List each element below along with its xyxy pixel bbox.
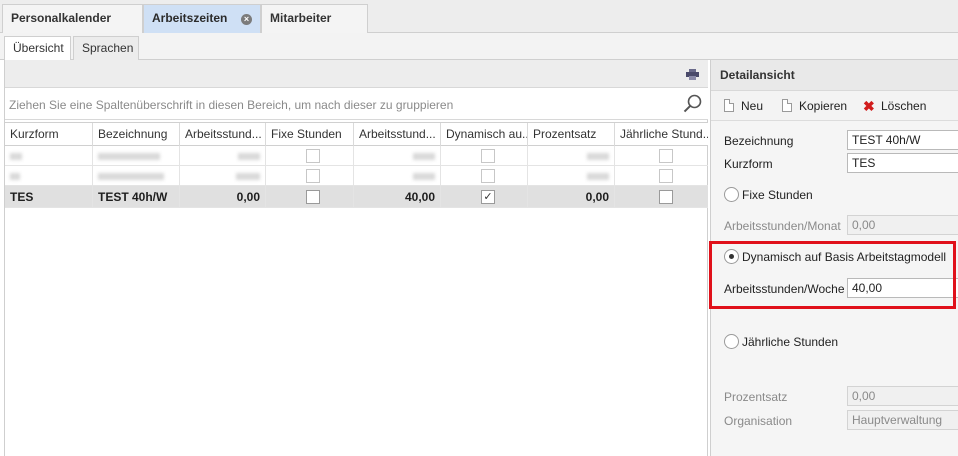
new-document-icon <box>724 99 734 112</box>
fixe-stunden-checkbox[interactable] <box>306 190 320 204</box>
table-cell <box>441 146 528 165</box>
detail-toolbar: Neu Kopieren ✖ Löschen <box>711 91 958 121</box>
organisation-label: Organisation <box>724 414 793 428</box>
tab-sprachen[interactable]: Sprachen <box>73 36 139 60</box>
arbeitsstunden-monat-label: Arbeitsstunden/Monat <box>724 219 841 233</box>
table-cell <box>615 146 708 165</box>
cell-jaehrliche-stunden <box>615 186 708 207</box>
table-row-selected[interactable]: TES TEST 40h/W 0,00 40,00 ✓ 0,00 <box>5 186 708 208</box>
checkbox[interactable] <box>481 169 495 183</box>
cell-dynamisch: ✓ <box>441 186 528 207</box>
table-cell <box>93 166 180 185</box>
organisation-field: Hauptverwaltung <box>847 410 958 430</box>
table-cell <box>354 146 441 165</box>
checkbox[interactable] <box>659 169 673 183</box>
cell-arbeitsstunden-monat: 0,00 <box>180 186 266 207</box>
delete-button[interactable]: ✖ Löschen <box>863 97 933 115</box>
radio-icon <box>724 334 739 349</box>
tab-label: Arbeitszeiten <box>152 11 228 25</box>
column-header-prozentsatz[interactable]: Prozentsatz <box>528 123 615 146</box>
fixe-stunden-radio[interactable]: Fixe Stunden <box>724 187 924 203</box>
table-cell <box>528 146 615 165</box>
column-header-jaehrliche-stunden[interactable]: Jährliche Stund... <box>615 123 708 146</box>
table-cell <box>528 166 615 185</box>
arbeitsstunden-monat-field: 0,00 <box>847 215 958 235</box>
jaehrliche-stunden-checkbox[interactable] <box>659 190 673 204</box>
delete-button-label: Löschen <box>881 99 927 113</box>
grid-panel: Ziehen Sie eine Spaltenüberschrift in di… <box>4 60 708 456</box>
checkbox[interactable] <box>659 149 673 163</box>
checkbox[interactable] <box>306 169 320 183</box>
kurzform-label: Kurzform <box>724 157 773 171</box>
cell-bezeichnung: TEST 40h/W <box>93 186 180 207</box>
copy-button-label: Kopieren <box>799 99 848 113</box>
bezeichnung-label: Bezeichnung <box>724 134 794 148</box>
grid-toolbar <box>5 60 708 88</box>
tab-uebersicht[interactable]: Übersicht <box>4 36 71 61</box>
column-header-dynamisch[interactable]: Dynamisch au... <box>441 123 528 146</box>
annotation-highlight-box <box>709 241 956 309</box>
column-header-kurzform[interactable]: Kurzform <box>5 123 93 146</box>
table-cell <box>441 166 528 185</box>
table-cell <box>5 146 93 165</box>
copy-button[interactable]: Kopieren <box>782 97 852 115</box>
search-icon[interactable] <box>683 94 702 113</box>
column-header-fixe-stunden[interactable]: Fixe Stunden <box>266 123 354 146</box>
tab-mitarbeiter[interactable]: Mitarbeiter <box>261 4 368 33</box>
new-button-label: Neu <box>741 99 764 113</box>
delete-x-icon: ✖ <box>863 98 875 114</box>
kurzform-field[interactable]: TES <box>847 153 958 173</box>
detail-title: Detailansicht <box>711 60 958 91</box>
table-row[interactable] <box>5 166 708 186</box>
dynamisch-checkbox[interactable]: ✓ <box>481 190 495 204</box>
checkbox[interactable] <box>481 149 495 163</box>
tab-arbeitszeiten[interactable]: Arbeitszeiten × <box>143 4 261 33</box>
print-icon[interactable] <box>686 69 699 80</box>
sub-tab-bar: Übersicht Sprachen <box>0 33 958 61</box>
table-cell <box>180 146 266 165</box>
prozentsatz-label: Prozentsatz <box>724 390 788 404</box>
checkbox[interactable] <box>306 149 320 163</box>
data-grid: Kurzform Bezeichnung Arbeitsstund... Fix… <box>5 122 708 208</box>
table-cell <box>266 166 354 185</box>
prozentsatz-field: 0,00 <box>847 386 958 406</box>
bezeichnung-field[interactable]: TEST 40h/W <box>847 130 958 150</box>
tab-personalkalender[interactable]: Personalkalender <box>2 4 143 33</box>
table-cell <box>266 146 354 165</box>
copy-document-icon <box>782 99 792 112</box>
group-by-area[interactable]: Ziehen Sie eine Spaltenüberschrift in di… <box>5 88 708 120</box>
tab-label: Mitarbeiter <box>270 11 332 25</box>
document-tab-bar: Personalkalender Arbeitszeiten × Mitarbei… <box>0 0 958 33</box>
close-icon[interactable]: × <box>241 14 252 25</box>
radio-label: Jährliche Stunden <box>742 335 839 349</box>
radio-icon <box>724 187 739 202</box>
check-mark-icon: ✓ <box>483 191 493 203</box>
cell-prozentsatz: 0,00 <box>528 186 615 207</box>
cell-kurzform: TES <box>5 186 93 207</box>
column-header-arbeitsstunden-monat[interactable]: Arbeitsstund... <box>180 123 266 146</box>
radio-label: Fixe Stunden <box>742 188 813 202</box>
table-cell <box>93 146 180 165</box>
tab-label: Personalkalender <box>11 11 112 25</box>
table-cell <box>5 166 93 185</box>
table-cell <box>615 166 708 185</box>
table-row[interactable] <box>5 146 708 166</box>
grid-header: Kurzform Bezeichnung Arbeitsstund... Fix… <box>5 122 708 146</box>
column-header-bezeichnung[interactable]: Bezeichnung <box>93 123 180 146</box>
jaehrliche-stunden-radio[interactable]: Jährliche Stunden <box>724 334 924 350</box>
new-button[interactable]: Neu <box>724 97 768 115</box>
cell-arbeitsstunden-woche: 40,00 <box>354 186 441 207</box>
cell-fixe-stunden <box>266 186 354 207</box>
group-hint-text: Ziehen Sie eine Spaltenüberschrift in di… <box>9 98 454 112</box>
table-cell <box>180 166 266 185</box>
table-cell <box>354 166 441 185</box>
column-header-arbeitsstunden-woche[interactable]: Arbeitsstund... <box>354 123 441 146</box>
